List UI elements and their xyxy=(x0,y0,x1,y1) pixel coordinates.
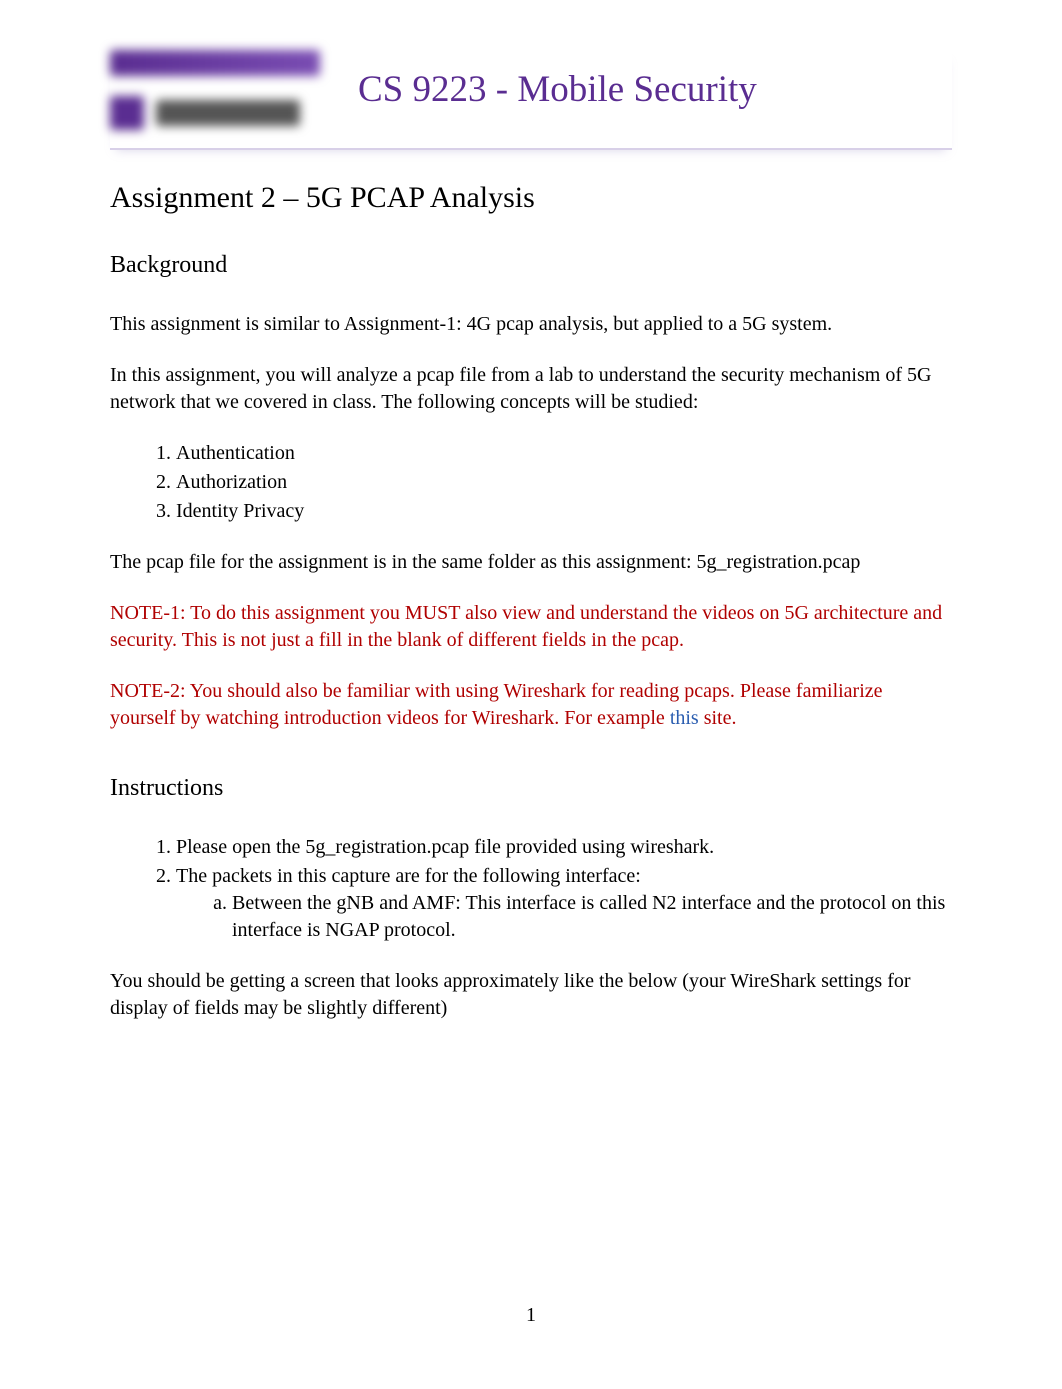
page-number: 1 xyxy=(110,1302,952,1329)
instructions-after-para: You should be getting a screen that look… xyxy=(110,968,952,1022)
list-item: The packets in this capture are for the … xyxy=(176,863,952,944)
list-item: Between the gNB and AMF: This interface … xyxy=(232,890,952,944)
background-heading: Background xyxy=(110,249,952,281)
logo-area xyxy=(110,50,320,130)
instruction-label: Please open the 5g_registration.pcap fil… xyxy=(176,836,714,858)
assignment-title: Assignment 2 – 5G PCAP Analysis xyxy=(110,178,952,219)
course-title: CS 9223 - Mobile Security xyxy=(358,65,757,115)
note-2: NOTE-2: You should also be familiar with… xyxy=(110,678,952,732)
background-para-2: In this assignment, you will analyze a p… xyxy=(110,362,952,416)
logo-text-2 xyxy=(156,100,300,126)
note-2-part2: site. xyxy=(699,707,737,729)
list-item: Authentication xyxy=(176,440,952,467)
background-para-1: This assignment is similar to Assignment… xyxy=(110,311,952,338)
concept-label: Authentication xyxy=(176,442,295,464)
instructions-list: Please open the 5g_registration.pcap fil… xyxy=(110,834,952,944)
nested-instructions-list: Between the gNB and AMF: This interface … xyxy=(176,890,952,944)
list-item: Please open the 5g_registration.pcap fil… xyxy=(176,834,952,861)
list-item: Identity Privacy xyxy=(176,498,952,525)
this-link[interactable]: this xyxy=(670,707,699,729)
list-item: Authorization xyxy=(176,469,952,496)
sub-instruction-label: Between the gNB and AMF: This interface … xyxy=(232,892,945,941)
page-header: CS 9223 - Mobile Security xyxy=(110,50,952,150)
instruction-label: The packets in this capture are for the … xyxy=(176,865,641,887)
concepts-list: Authentication Authorization Identity Pr… xyxy=(110,440,952,525)
logo-line-2 xyxy=(110,96,320,130)
concept-label: Authorization xyxy=(176,471,287,493)
note-1: NOTE-1: To do this assignment you MUST a… xyxy=(110,600,952,654)
logo-square-icon xyxy=(110,96,144,130)
logo-line-1 xyxy=(110,50,320,76)
instructions-heading: Instructions xyxy=(110,772,952,804)
concept-label: Identity Privacy xyxy=(176,500,304,522)
note-2-part1: NOTE-2: You should also be familiar with… xyxy=(110,680,883,729)
background-para-3: The pcap file for the assignment is in t… xyxy=(110,549,952,576)
